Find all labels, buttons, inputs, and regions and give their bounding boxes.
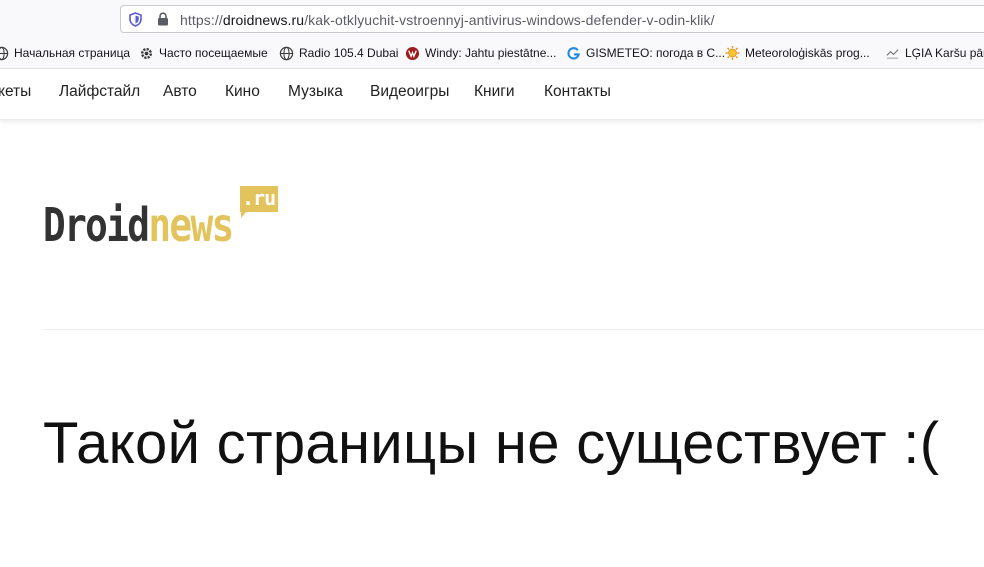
sun-icon — [725, 45, 740, 61]
nav-item-videogames[interactable]: Видеоигры — [370, 83, 449, 101]
bookmark-label: Начальная страница — [14, 46, 131, 60]
nav-item-gadgets[interactable]: кеты — [0, 83, 31, 101]
nav-item-auto[interactable]: Авто — [163, 83, 197, 101]
gear-icon — [139, 46, 154, 61]
bookmark-start-page[interactable]: Начальная страница — [0, 45, 130, 61]
bookmark-label: Radio 105.4 Dubai — [299, 46, 399, 60]
bookmark-label: GISMETEO: погода в С... — [586, 46, 726, 60]
nav-item-movies[interactable]: Кино — [225, 83, 260, 101]
map-icon — [885, 46, 900, 61]
bookmark-label: Windy: Jahtu piestātne... — [425, 46, 557, 60]
url-bar[interactable]: https://droidnews.ru/kak-otklyuchit-vstr… — [120, 5, 984, 33]
bookmark-lgia[interactable]: LĢIA Karšu pārlū — [885, 45, 984, 61]
bookmark-most-visited[interactable]: Часто посещаемые — [139, 45, 268, 61]
bookmark-radio[interactable]: Radio 105.4 Dubai — [279, 45, 398, 61]
logo-tld-badge: .ru — [240, 186, 278, 212]
url-text[interactable]: https://droidnews.ru/kak-otklyuchit-vstr… — [180, 12, 715, 28]
logo-wordmark: Droidnews — [43, 198, 234, 252]
bookmark-gismeteo[interactable]: GISMETEO: погода в С... — [566, 45, 725, 61]
lock-icon[interactable] — [155, 11, 171, 27]
bookmarks-bar: Начальная страница Часто посещаемые Radi… — [0, 38, 984, 69]
bookmark-label: Meteoroloģiskās prog... — [745, 46, 870, 60]
site-logo[interactable]: .ru Droidnews — [43, 186, 283, 256]
windy-icon — [405, 46, 420, 61]
site-nav: кеты Лайфстайл Авто Кино Музыка Видеоигр… — [0, 69, 984, 120]
bookmark-windy[interactable]: Windy: Jahtu piestātne... — [405, 45, 556, 61]
header-divider — [43, 329, 984, 330]
nav-item-contacts[interactable]: Контакты — [544, 83, 611, 101]
logo-badge-tail — [241, 210, 248, 218]
nav-item-lifestyle[interactable]: Лайфстайл — [59, 83, 140, 101]
bookmark-meteo[interactable]: Meteoroloģiskās prog... — [725, 45, 870, 61]
nav-item-music[interactable]: Музыка — [288, 83, 343, 101]
bookmark-label: Часто посещаемые — [159, 46, 268, 60]
browser-toolbar: https://droidnews.ru/kak-otklyuchit-vstr… — [0, 0, 984, 38]
shield-icon[interactable] — [127, 11, 143, 27]
bookmark-label: LĢIA Karšu pārlū — [905, 46, 984, 60]
nav-item-books[interactable]: Книги — [474, 83, 515, 101]
globe-icon — [279, 46, 294, 61]
globe-icon — [0, 46, 9, 61]
page-title: Такой страницы не существует :( — [43, 411, 940, 476]
gismeteo-icon — [566, 46, 581, 61]
